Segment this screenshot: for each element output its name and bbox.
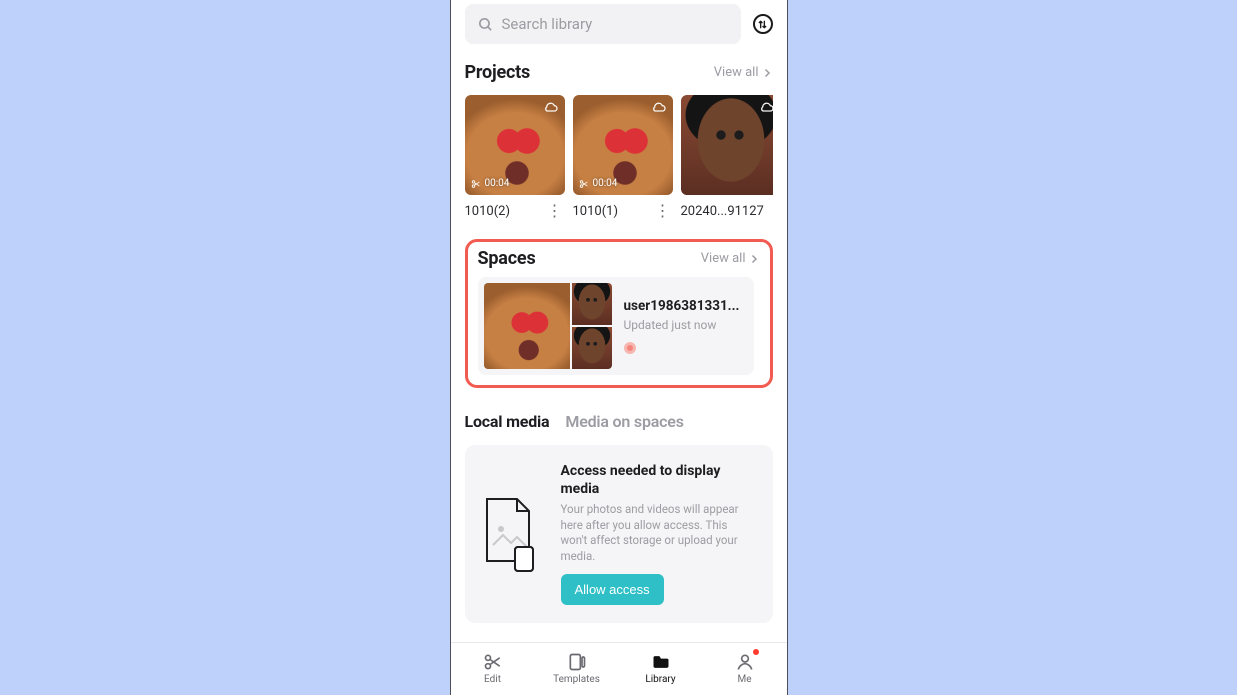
- projects-header: Projects View all: [465, 62, 773, 83]
- project-duration: 00:04: [579, 178, 618, 189]
- media-file-icon: [479, 495, 539, 573]
- tab-media-on-spaces[interactable]: Media on spaces: [565, 412, 683, 431]
- search-row: Search library: [465, 4, 773, 44]
- project-duration: 00:04: [471, 178, 510, 189]
- projects-viewall-label: View all: [714, 65, 759, 80]
- cloud-icon: [651, 101, 667, 113]
- cloud-icon: [759, 101, 773, 113]
- space-info: user1986381331... Updated just now: [624, 298, 740, 354]
- library-screen: Search library Projects View all: [450, 0, 788, 695]
- media-access-card: Access needed to display media Your phot…: [465, 445, 773, 623]
- spaces-viewall[interactable]: View all: [701, 251, 760, 266]
- nav-templates[interactable]: Templates: [535, 643, 619, 695]
- space-thumbs: [484, 283, 612, 369]
- project-card[interactable]: 00:04 1010(1) ⋮: [573, 95, 673, 219]
- bottom-nav: Edit Templates Library Me: [451, 642, 787, 695]
- space-card[interactable]: user1986381331... Updated just now: [478, 277, 754, 375]
- project-thumbnail: 00:04: [573, 95, 673, 195]
- project-menu-button[interactable]: ⋮: [653, 203, 673, 219]
- notification-dot-icon: [753, 649, 759, 655]
- project-thumbnail: [681, 95, 773, 195]
- scissors-icon: [482, 652, 504, 672]
- search-icon: [477, 16, 494, 33]
- access-desc: Your photos and videos will appear here …: [561, 502, 757, 564]
- chevron-right-icon: [761, 67, 773, 79]
- project-name: 1010(1): [573, 204, 619, 219]
- cloud-icon: [543, 101, 559, 113]
- spaces-title: Spaces: [478, 248, 536, 269]
- projects-list: 00:04 1010(2) ⋮: [465, 95, 773, 219]
- space-name: user1986381331...: [624, 298, 740, 314]
- folder-icon: [650, 652, 672, 672]
- project-menu-button[interactable]: ⋮: [764, 203, 773, 219]
- project-menu-button[interactable]: ⋮: [545, 203, 565, 219]
- media-tabs: Local media Media on spaces: [465, 412, 773, 431]
- nav-edit[interactable]: Edit: [451, 643, 535, 695]
- nav-label: Edit: [484, 674, 501, 685]
- projects-viewall[interactable]: View all: [714, 65, 773, 80]
- access-text: Access needed to display media Your phot…: [561, 463, 757, 605]
- project-card[interactable]: 00:04 1010(2) ⋮: [465, 95, 565, 219]
- project-card[interactable]: 20240...91127 ⋮: [681, 95, 773, 219]
- person-icon: [734, 652, 756, 672]
- sort-button[interactable]: [753, 14, 773, 34]
- projects-title: Projects: [465, 62, 531, 83]
- allow-access-button[interactable]: Allow access: [561, 574, 664, 605]
- project-thumbnail: 00:04: [465, 95, 565, 195]
- search-placeholder: Search library: [502, 15, 593, 33]
- scissors-icon: [579, 179, 589, 189]
- project-name: 1010(2): [465, 204, 511, 219]
- nav-label: Library: [645, 674, 675, 685]
- spaces-list: user1986381331... Updated just now: [478, 277, 760, 375]
- tab-local-media[interactable]: Local media: [465, 412, 550, 431]
- scissors-icon: [471, 179, 481, 189]
- chevron-right-icon: [748, 253, 760, 265]
- space-updated: Updated just now: [624, 318, 740, 332]
- access-title: Access needed to display media: [561, 463, 757, 498]
- scroll-area[interactable]: Search library Projects View all: [451, 0, 787, 642]
- spaces-header: Spaces View all: [478, 248, 760, 269]
- nav-me[interactable]: Me: [703, 643, 787, 695]
- nav-label: Me: [737, 674, 751, 685]
- spaces-viewall-label: View all: [701, 251, 746, 266]
- project-name: 20240...91127: [681, 204, 764, 219]
- project-meta: 1010(1) ⋮: [573, 203, 673, 219]
- project-meta: 1010(2) ⋮: [465, 203, 565, 219]
- templates-icon: [566, 652, 588, 672]
- project-meta: 20240...91127 ⋮: [681, 203, 773, 219]
- space-member-avatar: [624, 342, 636, 354]
- nav-label: Templates: [553, 674, 600, 685]
- sort-icon: [757, 19, 768, 30]
- nav-library[interactable]: Library: [619, 643, 703, 695]
- spaces-section-highlight: Spaces View all user1986381331... Update…: [465, 239, 773, 388]
- search-input[interactable]: Search library: [465, 4, 741, 44]
